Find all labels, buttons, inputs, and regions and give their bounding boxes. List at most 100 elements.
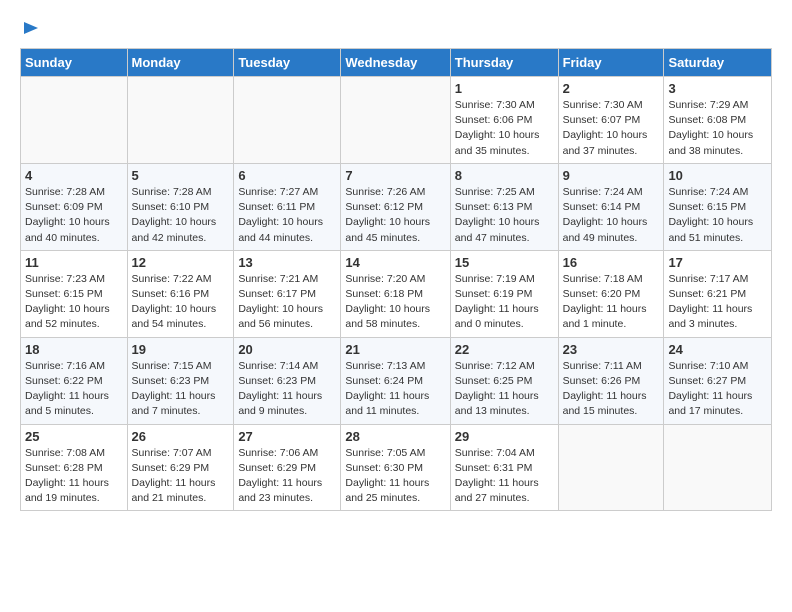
day-number: 21	[345, 342, 445, 357]
day-info: Sunrise: 7:06 AM Sunset: 6:29 PM Dayligh…	[238, 446, 336, 507]
day-info: Sunrise: 7:30 AM Sunset: 6:07 PM Dayligh…	[563, 98, 660, 159]
day-number: 28	[345, 429, 445, 444]
day-cell: 23 Sunrise: 7:11 AM Sunset: 6:26 PM Dayli…	[558, 337, 664, 424]
day-number: 11	[25, 255, 123, 270]
day-info: Sunrise: 7:16 AM Sunset: 6:22 PM Dayligh…	[25, 359, 123, 420]
day-cell	[664, 424, 772, 511]
day-info: Sunrise: 7:20 AM Sunset: 6:18 PM Dayligh…	[345, 272, 445, 333]
day-number: 10	[668, 168, 767, 183]
logo-flag-icon	[22, 20, 40, 38]
page-header	[20, 20, 772, 38]
day-number: 8	[455, 168, 554, 183]
day-cell: 22 Sunrise: 7:12 AM Sunset: 6:25 PM Dayli…	[450, 337, 558, 424]
day-info: Sunrise: 7:08 AM Sunset: 6:28 PM Dayligh…	[25, 446, 123, 507]
day-cell: 9 Sunrise: 7:24 AM Sunset: 6:14 PM Daylig…	[558, 163, 664, 250]
week-row-5: 25 Sunrise: 7:08 AM Sunset: 6:28 PM Dayli…	[21, 424, 772, 511]
day-info: Sunrise: 7:12 AM Sunset: 6:25 PM Dayligh…	[455, 359, 554, 420]
day-cell: 8 Sunrise: 7:25 AM Sunset: 6:13 PM Daylig…	[450, 163, 558, 250]
day-cell: 25 Sunrise: 7:08 AM Sunset: 6:28 PM Dayli…	[21, 424, 128, 511]
day-info: Sunrise: 7:29 AM Sunset: 6:08 PM Dayligh…	[668, 98, 767, 159]
day-number: 4	[25, 168, 123, 183]
day-info: Sunrise: 7:05 AM Sunset: 6:30 PM Dayligh…	[345, 446, 445, 507]
day-cell: 18 Sunrise: 7:16 AM Sunset: 6:22 PM Dayli…	[21, 337, 128, 424]
day-cell: 10 Sunrise: 7:24 AM Sunset: 6:15 PM Dayli…	[664, 163, 772, 250]
day-number: 5	[132, 168, 230, 183]
col-header-sunday: Sunday	[21, 49, 128, 77]
day-cell: 11 Sunrise: 7:23 AM Sunset: 6:15 PM Dayli…	[21, 250, 128, 337]
day-cell: 15 Sunrise: 7:19 AM Sunset: 6:19 PM Dayli…	[450, 250, 558, 337]
col-header-saturday: Saturday	[664, 49, 772, 77]
day-cell: 14 Sunrise: 7:20 AM Sunset: 6:18 PM Dayli…	[341, 250, 450, 337]
day-info: Sunrise: 7:17 AM Sunset: 6:21 PM Dayligh…	[668, 272, 767, 333]
day-cell	[558, 424, 664, 511]
day-info: Sunrise: 7:22 AM Sunset: 6:16 PM Dayligh…	[132, 272, 230, 333]
col-header-tuesday: Tuesday	[234, 49, 341, 77]
day-cell: 7 Sunrise: 7:26 AM Sunset: 6:12 PM Daylig…	[341, 163, 450, 250]
day-info: Sunrise: 7:28 AM Sunset: 6:10 PM Dayligh…	[132, 185, 230, 246]
day-info: Sunrise: 7:19 AM Sunset: 6:19 PM Dayligh…	[455, 272, 554, 333]
day-cell: 27 Sunrise: 7:06 AM Sunset: 6:29 PM Dayli…	[234, 424, 341, 511]
col-header-wednesday: Wednesday	[341, 49, 450, 77]
day-cell: 20Sunrise: 7:14 AM Sunset: 6:23 PM Dayli…	[234, 337, 341, 424]
day-number: 26	[132, 429, 230, 444]
day-cell	[234, 77, 341, 164]
day-cell: 29 Sunrise: 7:04 AM Sunset: 6:31 PM Dayli…	[450, 424, 558, 511]
day-info: Sunrise: 7:15 AM Sunset: 6:23 PM Dayligh…	[132, 359, 230, 420]
day-number: 1	[455, 81, 554, 96]
week-row-2: 4 Sunrise: 7:28 AM Sunset: 6:09 PM Daylig…	[21, 163, 772, 250]
week-row-3: 11 Sunrise: 7:23 AM Sunset: 6:15 PM Dayli…	[21, 250, 772, 337]
day-cell: 1Sunrise: 7:30 AM Sunset: 6:06 PM Daylig…	[450, 77, 558, 164]
day-number: 13	[238, 255, 336, 270]
day-info: Sunrise: 7:27 AM Sunset: 6:11 PM Dayligh…	[238, 185, 336, 246]
day-cell	[127, 77, 234, 164]
col-header-friday: Friday	[558, 49, 664, 77]
day-number: 25	[25, 429, 123, 444]
day-info: Sunrise: 7:25 AM Sunset: 6:13 PM Dayligh…	[455, 185, 554, 246]
col-header-thursday: Thursday	[450, 49, 558, 77]
day-number: 18	[25, 342, 123, 357]
day-number: 9	[563, 168, 660, 183]
day-cell: 17Sunrise: 7:17 AM Sunset: 6:21 PM Dayli…	[664, 250, 772, 337]
day-info: Sunrise: 7:24 AM Sunset: 6:14 PM Dayligh…	[563, 185, 660, 246]
day-info: Sunrise: 7:23 AM Sunset: 6:15 PM Dayligh…	[25, 272, 123, 333]
day-number: 19	[132, 342, 230, 357]
day-info: Sunrise: 7:26 AM Sunset: 6:12 PM Dayligh…	[345, 185, 445, 246]
day-info: Sunrise: 7:18 AM Sunset: 6:20 PM Dayligh…	[563, 272, 660, 333]
week-row-4: 18 Sunrise: 7:16 AM Sunset: 6:22 PM Dayli…	[21, 337, 772, 424]
day-cell: 28 Sunrise: 7:05 AM Sunset: 6:30 PM Dayli…	[341, 424, 450, 511]
day-number: 23	[563, 342, 660, 357]
day-cell	[21, 77, 128, 164]
day-info: Sunrise: 7:24 AM Sunset: 6:15 PM Dayligh…	[668, 185, 767, 246]
day-info: Sunrise: 7:14 AM Sunset: 6:23 PM Dayligh…	[238, 359, 336, 420]
day-cell: 4 Sunrise: 7:28 AM Sunset: 6:09 PM Daylig…	[21, 163, 128, 250]
day-info: Sunrise: 7:28 AM Sunset: 6:09 PM Dayligh…	[25, 185, 123, 246]
day-number: 14	[345, 255, 445, 270]
day-cell: 19 Sunrise: 7:15 AM Sunset: 6:23 PM Dayli…	[127, 337, 234, 424]
day-number: 27	[238, 429, 336, 444]
day-cell: 12 Sunrise: 7:22 AM Sunset: 6:16 PM Dayli…	[127, 250, 234, 337]
day-number: 24	[668, 342, 767, 357]
day-number: 22	[455, 342, 554, 357]
day-number: 7	[345, 168, 445, 183]
day-info: Sunrise: 7:11 AM Sunset: 6:26 PM Dayligh…	[563, 359, 660, 420]
day-info: Sunrise: 7:04 AM Sunset: 6:31 PM Dayligh…	[455, 446, 554, 507]
day-cell: 16 Sunrise: 7:18 AM Sunset: 6:20 PM Dayli…	[558, 250, 664, 337]
day-info: Sunrise: 7:13 AM Sunset: 6:24 PM Dayligh…	[345, 359, 445, 420]
col-header-monday: Monday	[127, 49, 234, 77]
day-number: 2	[563, 81, 660, 96]
day-number: 3	[668, 81, 767, 96]
day-cell: 13 Sunrise: 7:21 AM Sunset: 6:17 PM Dayli…	[234, 250, 341, 337]
day-cell: 26Sunrise: 7:07 AM Sunset: 6:29 PM Dayli…	[127, 424, 234, 511]
day-info: Sunrise: 7:10 AM Sunset: 6:27 PM Dayligh…	[668, 359, 767, 420]
logo	[20, 20, 40, 38]
day-cell: 3 Sunrise: 7:29 AM Sunset: 6:08 PM Daylig…	[664, 77, 772, 164]
day-number: 16	[563, 255, 660, 270]
day-cell: 21 Sunrise: 7:13 AM Sunset: 6:24 PM Dayli…	[341, 337, 450, 424]
day-number: 15	[455, 255, 554, 270]
day-number: 12	[132, 255, 230, 270]
day-number: 29	[455, 429, 554, 444]
header-row: SundayMondayTuesdayWednesdayThursdayFrid…	[21, 49, 772, 77]
day-info: Sunrise: 7:21 AM Sunset: 6:17 PM Dayligh…	[238, 272, 336, 333]
day-cell: 2 Sunrise: 7:30 AM Sunset: 6:07 PM Daylig…	[558, 77, 664, 164]
calendar-table: SundayMondayTuesdayWednesdayThursdayFrid…	[20, 48, 772, 511]
